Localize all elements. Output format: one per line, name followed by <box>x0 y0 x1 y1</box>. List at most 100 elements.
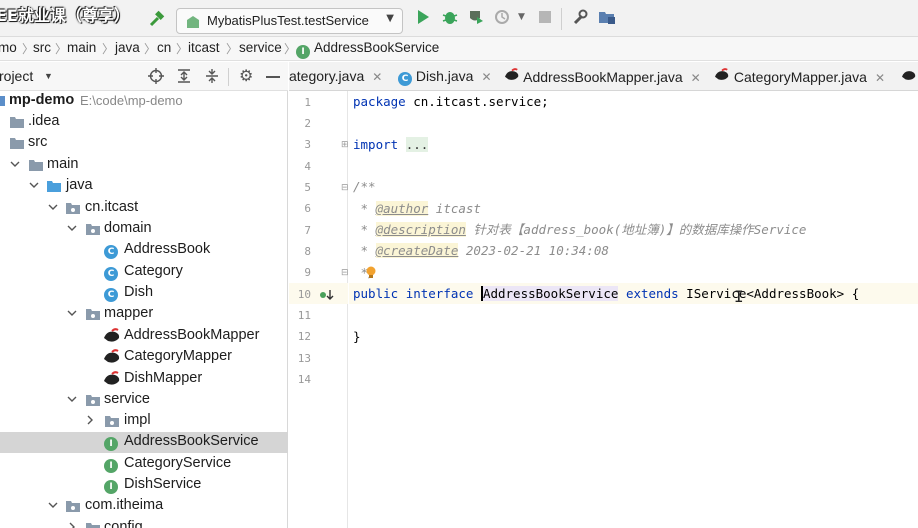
folder-icon <box>9 135 25 151</box>
folded-imports[interactable]: ... <box>405 137 429 152</box>
line-number: 2 <box>304 117 311 130</box>
code-editor[interactable]: package cn.itcast.service; import ... /*… <box>349 91 918 528</box>
package-icon <box>65 200 81 216</box>
fold-plus-icon[interactable]: ⊞ <box>341 140 349 150</box>
build-hammer-icon[interactable] <box>148 10 166 32</box>
tree-item-cn-itcast[interactable]: cn.itcast <box>0 198 288 219</box>
chevron-right-icon: 〉 <box>55 42 68 56</box>
breadcrumb-item-itcast[interactable]: itcast <box>188 40 220 55</box>
tree-item-dishmapper[interactable]: DishMapper <box>0 369 288 390</box>
interface-name: AddressBookService <box>480 286 619 301</box>
keyword: extends <box>625 286 679 301</box>
main-toolbar: EE就业课（尊享） MybatisPlusTest.testService ▼ … <box>0 0 918 37</box>
tree-item-label: AddressBookService <box>124 433 259 449</box>
gear-icon[interactable]: ⚙ <box>239 66 253 86</box>
fold-end-icon[interactable]: ⊟ <box>341 268 349 278</box>
fold-minus-icon[interactable]: ⊟ <box>341 183 349 193</box>
chevron-right-icon[interactable] <box>66 521 78 528</box>
tab-label: CategoryMapper.java <box>733 69 867 85</box>
tree-item-addressbookmapper[interactable]: AddressBookMapper <box>0 326 288 347</box>
breadcrumb-item-cn[interactable]: cn <box>157 40 171 55</box>
tab-dish-java[interactable]: C Dish.java ✕ <box>398 68 492 86</box>
expand-all-icon[interactable] <box>176 68 192 89</box>
line-number: 14 <box>297 373 311 386</box>
chevron-down-icon[interactable] <box>66 393 78 405</box>
tree-item-addressbook[interactable]: C AddressBook <box>0 240 288 261</box>
tree-item-label: com.itheima <box>85 497 164 513</box>
minimize-icon[interactable] <box>266 76 280 78</box>
tree-item-label: cn.itcast <box>85 199 139 215</box>
tree-item-category[interactable]: C Category <box>0 262 288 283</box>
breadcrumb-item-addressbookservice[interactable]: AddressBookService <box>314 40 439 55</box>
chevron-down-icon[interactable] <box>47 499 59 511</box>
project-structure-icon[interactable] <box>598 9 616 29</box>
tree-item-mp-demo[interactable]: mp-demo E:\code\mp-demo <box>0 91 288 112</box>
close-icon[interactable]: ✕ <box>372 70 382 84</box>
tree-item-idea[interactable]: .idea <box>0 112 288 133</box>
breadcrumb-item-service[interactable]: service <box>239 40 282 55</box>
close-icon[interactable]: ✕ <box>481 70 491 84</box>
breadcrumb-item-main[interactable]: main <box>67 40 96 55</box>
editor-tabs: ategory.java ✕ C Dish.java ✕ AddressBookMa… <box>289 62 918 91</box>
code-line-9: * @createDate 2023-02-21 10:34:08 <box>353 240 609 261</box>
settings-wrench-icon[interactable] <box>572 9 588 29</box>
mybatis-mapper-icon <box>103 349 120 365</box>
breadcrumb-item-project[interactable]: mo <box>0 40 17 55</box>
tree-item-categoryservice[interactable]: I CategoryService <box>0 454 288 475</box>
tree-item-dishservice[interactable]: I DishService <box>0 475 288 496</box>
run-icon[interactable] <box>416 9 430 29</box>
tree-item-addressbookservice[interactable]: I AddressBookService <box>0 432 288 453</box>
tree-item-impl[interactable]: impl <box>0 411 288 432</box>
breadcrumb-item-java[interactable]: java <box>115 40 140 55</box>
tree-item-config[interactable]: config <box>0 518 288 528</box>
close-icon[interactable]: ✕ <box>875 71 885 85</box>
tab-categorymapper-java[interactable]: CategoryMapper.java ✕ <box>714 68 885 85</box>
line-number: 1 <box>304 96 311 109</box>
code-line-6: /** <box>353 179 376 194</box>
chevron-down-icon: ▼ <box>386 13 394 24</box>
tree-item-domain[interactable]: domain <box>0 219 288 240</box>
chevron-right-icon[interactable] <box>84 414 96 426</box>
chevron-down-icon[interactable]: ▼ <box>44 71 53 81</box>
profile-icon[interactable] <box>494 9 510 29</box>
tree-item-service[interactable]: service <box>0 390 288 411</box>
mybatis-mapper-icon <box>901 69 917 85</box>
close-icon[interactable]: ✕ <box>691 71 701 85</box>
class-icon: C <box>104 285 120 302</box>
mybatis-mapper-icon <box>103 371 120 387</box>
tree-item-src[interactable]: src <box>0 133 288 154</box>
stop-icon[interactable] <box>538 9 552 28</box>
javadoc-value: itcast <box>428 201 481 216</box>
line-number: 8 <box>304 245 311 258</box>
tab-label: Dish.java <box>415 68 474 84</box>
mybatis-mapper-icon <box>504 68 520 85</box>
breadcrumb-item-src[interactable]: src <box>33 40 51 55</box>
tree-item-main[interactable]: main <box>0 155 288 176</box>
tab-overflow[interactable] <box>901 68 917 85</box>
tree-item-mapper[interactable]: mapper <box>0 304 288 325</box>
chevron-down-icon[interactable] <box>9 158 21 170</box>
tab-label: ategory.java <box>289 68 365 84</box>
more-run-options-chevron-icon[interactable]: ▼ <box>518 12 525 22</box>
tree-item-categorymapper[interactable]: CategoryMapper <box>0 347 288 368</box>
tree-item-java[interactable]: java <box>0 176 288 197</box>
tree-item-dish[interactable]: C Dish <box>0 283 288 304</box>
implemented-by-gutter-icon[interactable] <box>319 287 335 306</box>
tree-item-com-itheima[interactable]: com.itheima <box>0 496 288 517</box>
coverage-icon[interactable] <box>468 9 484 29</box>
tab-addressbookmapper-java[interactable]: AddressBookMapper.java ✕ <box>504 68 701 85</box>
collapse-all-icon[interactable] <box>204 68 220 89</box>
tab-category-java[interactable]: ategory.java ✕ <box>289 68 382 84</box>
tree-item-label: config <box>104 519 143 528</box>
run-configuration-select[interactable]: MybatisPlusTest.testService ▼ <box>176 8 403 34</box>
code-line-10: */ <box>353 262 376 283</box>
locate-target-icon[interactable] <box>148 68 164 89</box>
chevron-down-icon[interactable] <box>66 222 78 234</box>
project-view-selector[interactable]: roject <box>0 68 33 84</box>
javadoc-value: 针对表【address_book(地址簿)】的数据库操作Service <box>465 222 807 237</box>
chevron-down-icon[interactable] <box>28 179 40 191</box>
debug-icon[interactable] <box>442 9 458 29</box>
chevron-down-icon[interactable] <box>66 307 78 319</box>
chevron-down-icon[interactable] <box>47 201 59 213</box>
source-folder-icon <box>46 178 62 194</box>
